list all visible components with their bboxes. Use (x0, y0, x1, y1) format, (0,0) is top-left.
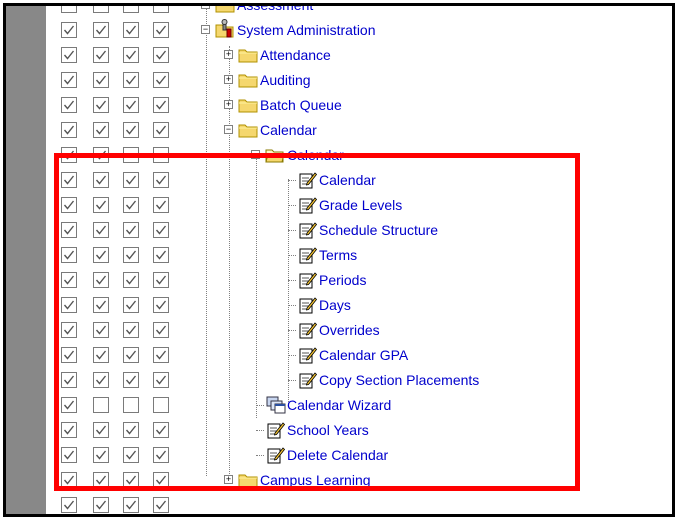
tree-node-label[interactable]: Campus Learning (260, 472, 371, 488)
tree-node-label[interactable]: Calendar (287, 147, 344, 163)
folder-icon (238, 472, 258, 488)
tree-branch-line (288, 255, 296, 256)
tree-node: − Calendar (6, 143, 672, 168)
tree-branch-line (288, 380, 296, 381)
collapse-icon[interactable]: − (201, 25, 210, 34)
tree-branch-line (288, 330, 296, 331)
tree-node: + Assessment (6, 6, 672, 18)
tree-node: Overrides (6, 318, 672, 343)
permission-checkbox-checked[interactable] (93, 497, 109, 513)
tree-node-label[interactable]: Calendar (260, 122, 317, 138)
tree-node-label[interactable]: Days (319, 297, 351, 313)
expand-icon[interactable]: + (224, 100, 233, 109)
tree-node-label[interactable]: Delete Calendar (287, 447, 388, 463)
tree-node-label[interactable]: Grade Levels (319, 197, 402, 213)
tree-node-label[interactable]: Assessment (237, 6, 313, 13)
tree-node-label[interactable]: Auditing (260, 72, 311, 88)
tree-branch-line (288, 280, 296, 281)
edit-page-icon (266, 421, 286, 440)
tree-branch-line (288, 180, 296, 181)
folder-icon (215, 6, 235, 13)
tree-node-label[interactable]: Terms (319, 247, 357, 263)
edit-page-icon (266, 446, 286, 465)
expand-icon[interactable]: + (224, 475, 233, 484)
edit-page-icon (298, 371, 318, 390)
edit-page-icon (298, 296, 318, 315)
tree-branch-line (288, 305, 296, 306)
tree-node: Terms (6, 243, 672, 268)
expand-icon[interactable]: + (224, 50, 233, 59)
wizard-icon (266, 396, 286, 415)
edit-page-icon (298, 346, 318, 365)
tree-node-label[interactable]: Copy Section Placements (319, 372, 479, 388)
tree-node-label[interactable]: Overrides (319, 322, 380, 338)
tree-node: School Years (6, 418, 672, 443)
permission-tree: + Assessment − System Administration + Attend… (6, 6, 672, 514)
tree-node: − Calendar (6, 118, 672, 143)
folder-icon (238, 122, 258, 138)
tree-node: Grade Levels (6, 193, 672, 218)
tree-node-label[interactable]: Calendar Wizard (287, 397, 391, 413)
tree-node: Copy Section Placements (6, 368, 672, 393)
tree-node: + Auditing (6, 68, 672, 93)
edit-page-icon (298, 196, 318, 215)
tree-node: Calendar (6, 168, 672, 193)
permission-checkbox-checked[interactable] (123, 497, 139, 513)
edit-page-icon (298, 271, 318, 290)
tree-node-label[interactable]: Batch Queue (260, 97, 342, 113)
tree-branch-line (288, 205, 296, 206)
edit-page-icon (298, 221, 318, 240)
tree-row (6, 493, 672, 514)
tree-node: + Campus Learning (6, 468, 672, 493)
tree-branch-line (288, 230, 296, 231)
tree-window: + Assessment − System Administration + Attend… (3, 3, 675, 517)
edit-page-icon (298, 246, 318, 265)
tree-node-label[interactable]: Periods (319, 272, 366, 288)
tree-node: Calendar Wizard (6, 393, 672, 418)
tree-node: Delete Calendar (6, 443, 672, 468)
tree-node-label[interactable]: Schedule Structure (319, 222, 438, 238)
collapse-icon[interactable]: − (251, 150, 260, 159)
tree-node-label[interactable]: Calendar GPA (319, 347, 408, 363)
tree-branch-line (256, 405, 264, 406)
open-folder-icon (265, 147, 285, 163)
tree-node: − System Administration (6, 18, 672, 43)
edit-page-icon (298, 171, 318, 190)
permission-checkbox-checked[interactable] (61, 497, 77, 513)
tree-node-label[interactable]: System Administration (237, 22, 376, 38)
folder-icon (238, 47, 258, 63)
folder-icon (238, 97, 258, 113)
tree-node-label[interactable]: Calendar (319, 172, 376, 188)
permission-checkbox-checked[interactable] (153, 497, 169, 513)
tree-branch-line (288, 355, 296, 356)
tree-node: Schedule Structure (6, 218, 672, 243)
tree-branch-line (256, 430, 264, 431)
expand-icon[interactable]: + (224, 75, 233, 84)
tree-node-label[interactable]: School Years (287, 422, 369, 438)
tree-node: Calendar GPA (6, 343, 672, 368)
tree-node: + Batch Queue (6, 93, 672, 118)
tree-branch-line (256, 455, 264, 456)
tree-node: Days (6, 293, 672, 318)
tree-node-label[interactable]: Attendance (260, 47, 331, 63)
tree-node: + Attendance (6, 43, 672, 68)
edit-page-icon (298, 321, 318, 340)
tree-node: Periods (6, 268, 672, 293)
expand-icon[interactable]: + (201, 6, 210, 9)
admin-folder-icon (215, 19, 235, 38)
collapse-icon[interactable]: − (224, 125, 233, 134)
folder-icon (238, 72, 258, 88)
